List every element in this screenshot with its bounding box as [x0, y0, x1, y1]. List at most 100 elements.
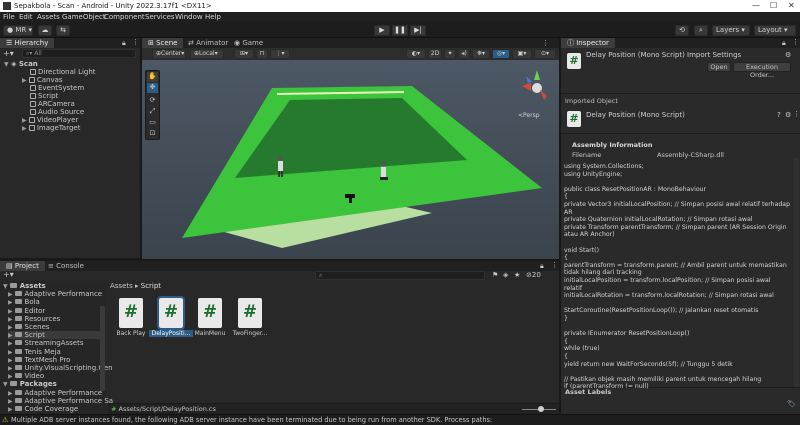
step-button[interactable]: ▶|	[410, 25, 426, 36]
lock-icon[interactable]: 🔒︎	[540, 262, 544, 271]
create-button[interactable]: +▾	[3, 270, 14, 279]
collab-button[interactable]: ⇆	[56, 25, 70, 36]
expand-icon[interactable]: ▶	[8, 291, 15, 298]
hierarchy-item-imagetarget[interactable]: ▶ ImageTarget	[22, 124, 80, 132]
expand-icon[interactable]: ▶	[8, 365, 15, 372]
project-tree-item[interactable]: ▶ Bola	[8, 298, 102, 306]
tab-console[interactable]: ≡ Console	[42, 261, 90, 271]
project-tree-item[interactable]: ▶ Video	[8, 372, 102, 380]
project-tree-item[interactable]: ▶ Code Coverage	[8, 405, 102, 413]
project-tree-item[interactable]: ▶ Adaptive Performance	[8, 290, 102, 298]
hierarchy-item-eventsystem[interactable]: EventSystem	[30, 84, 84, 92]
project-tree-item[interactable]: ▼ Packages	[3, 380, 103, 388]
hierarchy-item-directional-light[interactable]: Directional Light	[30, 68, 96, 76]
expand-icon[interactable]: ▼	[3, 283, 10, 290]
rect-tool-icon[interactable]: ▭	[147, 118, 158, 128]
cloud-button[interactable]: ☁	[38, 25, 52, 36]
menu-file[interactable]: File	[3, 13, 15, 21]
menu-component[interactable]: Component	[104, 13, 145, 21]
history-button[interactable]: ⟲	[675, 25, 689, 36]
move-tool-icon[interactable]: ✥	[147, 83, 158, 93]
menu-help[interactable]: Help	[205, 13, 221, 21]
expand-icon[interactable]: ▶	[8, 373, 15, 380]
project-tree-item[interactable]: ▶ Editor	[8, 307, 102, 315]
hidden-packages-toggle[interactable]: ⊘20	[526, 271, 541, 279]
increment-snap-button[interactable]: ⋮▾	[270, 49, 290, 59]
hierarchy-search-input[interactable]: ⌕▾ All	[22, 49, 136, 58]
account-dropdown[interactable]: ● MR ▾	[3, 25, 33, 36]
project-tree-item[interactable]: ▶ Adaptive Performance Sa	[8, 397, 113, 405]
pivot-dropdown[interactable]: ⊕Center▾	[152, 49, 186, 59]
camera-settings-button[interactable]: ▣▾	[512, 49, 532, 59]
project-tree-item[interactable]: ▶ Script	[8, 331, 102, 340]
expand-icon[interactable]: ▶	[8, 357, 15, 364]
rotate-tool-icon[interactable]: ⟳	[147, 96, 158, 106]
lock-icon[interactable]: 🔒︎	[122, 39, 126, 48]
breadcrumb-assets[interactable]: Assets	[110, 282, 133, 290]
asset-item[interactable]: # Back Play	[109, 298, 153, 337]
project-tree-item[interactable]: ▶ Unity.VisualScripting.Gen	[8, 364, 113, 372]
filter-type-icon[interactable]: ⚑	[492, 271, 498, 279]
expand-icon[interactable]: ▶	[8, 332, 15, 339]
expand-icon[interactable]: ▶	[8, 324, 15, 331]
asset-item[interactable]: # TwoFinger...	[228, 298, 272, 337]
open-button[interactable]: Open	[707, 62, 731, 72]
more-icon[interactable]: ⋮	[792, 38, 799, 46]
project-tree-item[interactable]: ▶ Tenis Meja	[8, 348, 102, 356]
close-icon[interactable]: ✕	[788, 1, 795, 10]
search-button[interactable]: ⌕	[694, 25, 708, 36]
persp-label[interactable]: <Persp	[518, 112, 540, 119]
expand-icon[interactable]: ▶	[8, 390, 15, 397]
pause-button[interactable]: ❚❚	[392, 25, 408, 36]
tag-icon[interactable]: 🏷︎	[787, 400, 796, 408]
tab-animator[interactable]: ⇄ Animator	[182, 38, 234, 48]
hierarchy-item-videoplayer[interactable]: ▶ VideoPlayer	[22, 116, 78, 124]
menu-gameobject[interactable]: GameObject	[62, 13, 106, 21]
mode-2d-button[interactable]: 2D	[428, 49, 442, 59]
snap-button[interactable]: ⊓	[256, 49, 268, 59]
hierarchy-root-scan[interactable]: ▼ ◈ Scan	[4, 60, 38, 68]
expand-icon[interactable]: ▼	[3, 381, 10, 388]
project-search-input[interactable]: ⌕	[315, 271, 485, 280]
minimize-icon[interactable]: —	[752, 1, 760, 10]
hierarchy-item-audio-source[interactable]: Audio Source	[30, 108, 84, 116]
inspector-scrollbar[interactable]	[794, 158, 799, 388]
menu-window[interactable]: Window	[175, 13, 203, 21]
draw-mode-button[interactable]: ◐▾	[406, 49, 426, 59]
breadcrumb-script[interactable]: Script	[141, 282, 161, 290]
expand-icon[interactable]: ▶	[8, 308, 15, 315]
effects-toggle[interactable]: ❋▾	[472, 49, 490, 59]
hand-tool-icon[interactable]: ✋	[147, 72, 158, 82]
scale-tool-icon[interactable]: ⤢	[147, 107, 158, 117]
favorite-icon[interactable]: ★	[514, 271, 520, 279]
tab-inspector[interactable]: ⓘ Inspector	[561, 38, 615, 48]
tab-game[interactable]: ◉ Game	[228, 38, 269, 48]
lock-icon[interactable]: 🔒︎	[782, 39, 786, 48]
menu-services[interactable]: Services	[145, 13, 175, 21]
asset-item[interactable]: # DelayPositi...	[149, 296, 193, 337]
hierarchy-item-canvas[interactable]: ▶ Canvas	[22, 76, 63, 84]
tab-scene[interactable]: ⊞ Scene	[142, 38, 184, 48]
layers-dropdown[interactable]: Layers ▾	[712, 25, 750, 36]
maximize-icon[interactable]: ☐	[770, 1, 777, 10]
project-tree-item[interactable]: ▶ TextMesh Pro	[8, 356, 102, 364]
asset-item[interactable]: # MainMenu	[188, 298, 232, 337]
expand-icon[interactable]: ▶	[8, 340, 15, 347]
visibility-toggle[interactable]: ◎▾	[492, 49, 510, 59]
hierarchy-item-script[interactable]: Script	[30, 92, 58, 100]
audio-toggle[interactable]: ◂)	[458, 49, 470, 59]
menu-assets[interactable]: Assets	[37, 13, 60, 21]
add-icon[interactable]: +▾	[3, 49, 14, 58]
transform-tool-icon[interactable]: ⊡	[147, 129, 158, 139]
expand-icon[interactable]: ▶	[8, 299, 15, 306]
project-tree-item[interactable]: ▶ Resources	[8, 315, 102, 323]
expand-icon[interactable]: ▶	[8, 398, 15, 405]
menu-edit[interactable]: Edit	[19, 13, 33, 21]
settings-icon[interactable]: ⚙	[785, 111, 791, 119]
status-bar[interactable]: ⚠ Multiple ADB server instances found, t…	[0, 414, 800, 425]
filter-label-icon[interactable]: ◈	[503, 271, 508, 279]
project-tree-item[interactable]: ▶ Adaptive Performance	[8, 389, 102, 397]
project-tree-item[interactable]: ▶ StreamingAssets	[8, 339, 102, 347]
expand-icon[interactable]: ▶	[8, 349, 15, 356]
hierarchy-item-arcamera[interactable]: ARCamera	[30, 100, 75, 108]
